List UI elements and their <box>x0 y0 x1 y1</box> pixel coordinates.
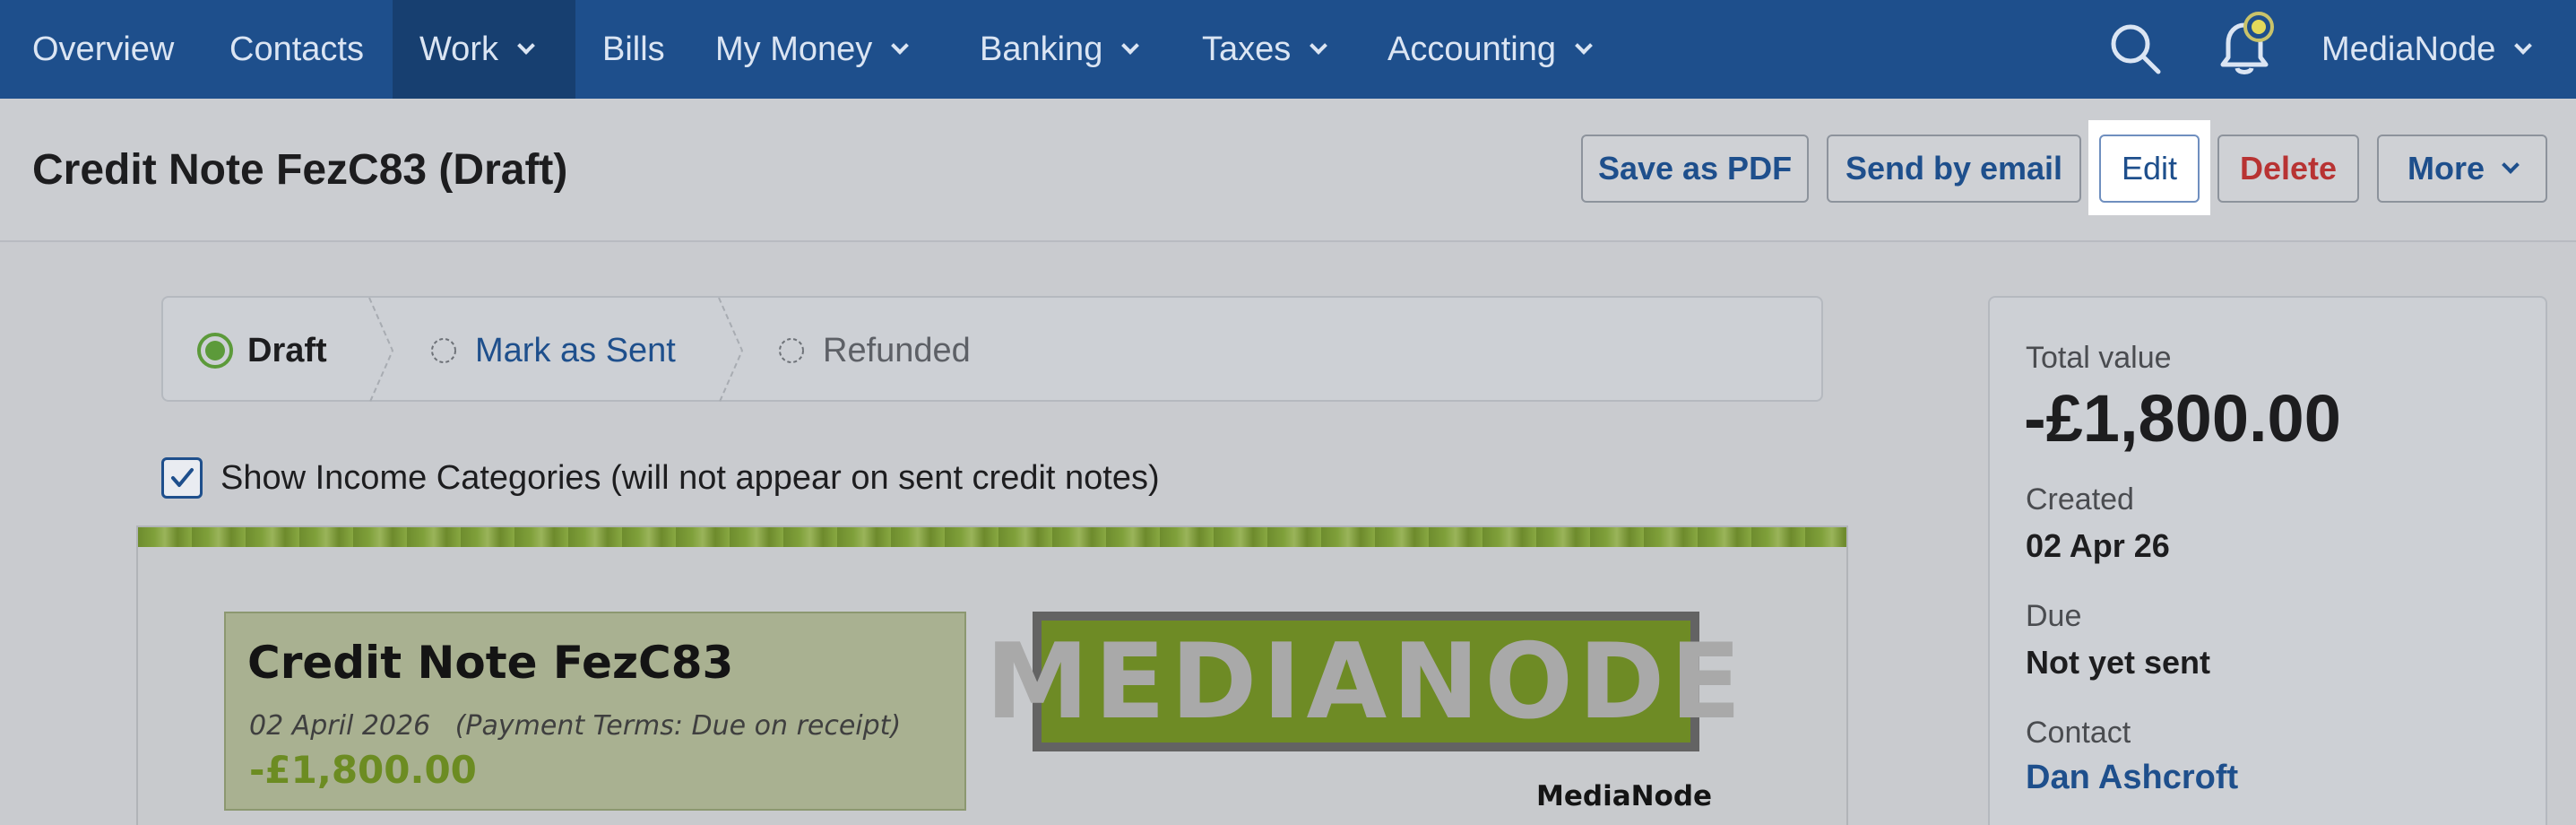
due-label: Due <box>2026 599 2082 633</box>
document-summary-card: Credit Note FezC83 02 April 2026 (Paymen… <box>224 612 966 811</box>
contact-link[interactable]: Dan Ashcroft <box>2026 759 2238 797</box>
credit-note-document: Credit Note FezC83 02 April 2026 (Paymen… <box>136 525 1848 825</box>
chevron-down-icon <box>1121 37 1140 55</box>
document-company-name: MediaNode <box>1536 780 1713 812</box>
chevron-down-icon <box>1575 37 1593 55</box>
more-button[interactable]: More <box>2377 135 2547 203</box>
chevron-down-icon <box>2514 37 2533 55</box>
chevron-down-icon <box>517 37 535 55</box>
document-amount: -£1,800.00 <box>249 748 477 792</box>
show-income-categories-label: Show Income Categories (will not appear … <box>220 459 1160 497</box>
page-title: Credit Note FezC83 (Draft) <box>32 146 568 194</box>
edit-button[interactable]: Edit <box>2099 135 2200 203</box>
radio-empty-icon <box>431 338 456 363</box>
nav-item-accounting[interactable]: Accounting <box>1387 0 1593 99</box>
total-value: -£1,800.00 <box>2024 381 2341 456</box>
show-income-categories-checkbox[interactable] <box>161 457 203 499</box>
step-mark-as-sent[interactable]: Mark as Sent <box>428 298 676 404</box>
send-by-email-button[interactable]: Send by email <box>1827 135 2081 203</box>
contact-label: Contact <box>2026 716 2131 750</box>
nav-item-bills[interactable]: Bills <box>602 0 665 99</box>
document-title: Credit Note FezC83 <box>247 637 734 689</box>
document-header-stripe <box>138 527 1846 547</box>
notification-bell-icon[interactable] <box>2209 9 2280 81</box>
step-separator <box>368 298 394 404</box>
status-steps: Draft Mark as Sent Refunded <box>161 296 1823 404</box>
nav-item-taxes[interactable]: Taxes <box>1202 0 1328 99</box>
delete-button[interactable]: Delete <box>2217 135 2359 203</box>
due-value: Not yet sent <box>2026 644 2211 681</box>
nav-item-contacts[interactable]: Contacts <box>229 0 364 99</box>
save-as-pdf-button[interactable]: Save as PDF <box>1581 135 1809 203</box>
nav-item-work[interactable]: Work <box>393 0 575 99</box>
search-icon[interactable] <box>2106 20 2165 79</box>
company-logo: MEDIANODE <box>985 612 1742 751</box>
total-value-label: Total value <box>2026 341 2172 375</box>
account-menu[interactable]: MediaNode <box>2321 0 2533 99</box>
chevron-down-icon <box>1310 37 1328 55</box>
chevron-down-icon <box>891 37 910 55</box>
nav-item-banking[interactable]: Banking <box>980 0 1140 99</box>
step-separator <box>718 298 744 404</box>
document-meta: 02 April 2026 (Payment Terms: Due on rec… <box>249 710 902 742</box>
step-draft: Draft <box>195 298 327 404</box>
checkmark-icon <box>171 468 194 487</box>
radio-selected-icon <box>197 333 233 369</box>
nav-item-overview[interactable]: Overview <box>0 0 206 99</box>
nav-item-my-money[interactable]: My Money <box>715 0 910 99</box>
top-nav: Overview Contacts Work Bills My Money Ba… <box>0 0 2576 99</box>
step-refunded: Refunded <box>776 298 971 404</box>
created-label: Created <box>2026 482 2134 517</box>
radio-empty-icon <box>779 338 804 363</box>
chevron-down-icon <box>2502 156 2520 174</box>
created-value: 02 Apr 26 <box>2026 527 2170 564</box>
summary-panel: Total value -£1,800.00 Created 02 Apr 26… <box>1988 296 2547 825</box>
